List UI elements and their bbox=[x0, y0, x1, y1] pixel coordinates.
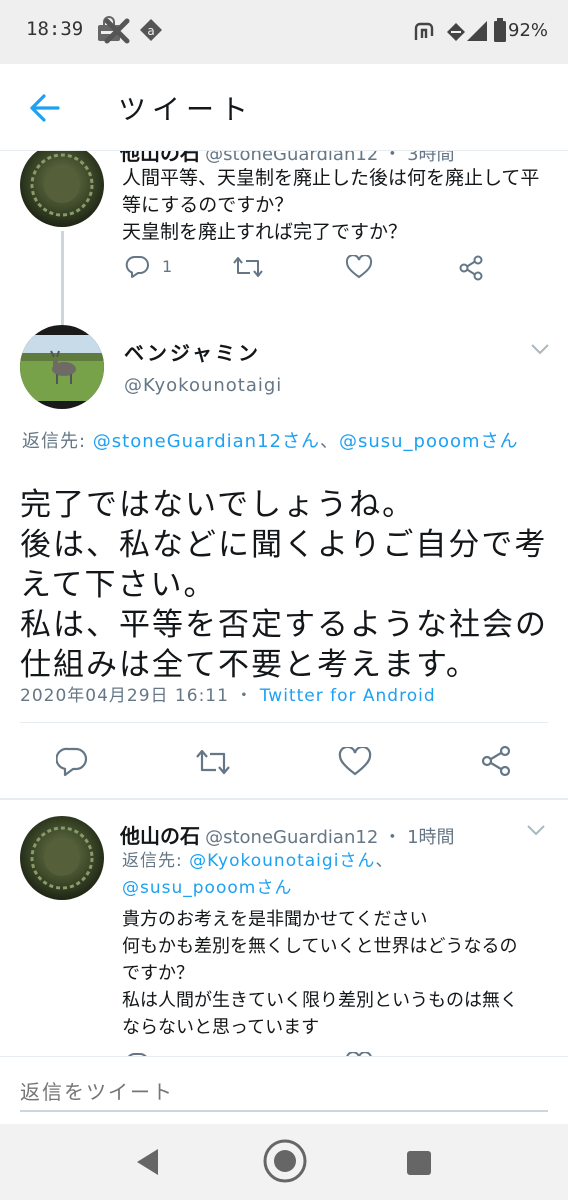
tweet-text: 貴方のお考えを是非聞かせてください 何もかも差別を無くしていくと世界はどうなるの… bbox=[122, 909, 518, 1038]
author-name[interactable]: 他山の石 bbox=[120, 824, 200, 848]
author-handle[interactable]: @stoneGuardian12 bbox=[205, 827, 378, 848]
like-icon[interactable] bbox=[345, 255, 373, 279]
mention-link[interactable]: @Kyokounotaigiさん bbox=[189, 851, 375, 871]
author-handle[interactable]: @stoneGuardian12 bbox=[205, 151, 378, 165]
chevron-down-icon[interactable] bbox=[530, 343, 550, 355]
mention-link[interactable]: @stoneGuardian12さん bbox=[93, 431, 320, 452]
aki-icon: a bbox=[138, 17, 164, 43]
page-title: ツイート bbox=[118, 93, 255, 126]
reply-count: 1 bbox=[162, 257, 173, 276]
author-name[interactable]: 他山の石 bbox=[120, 151, 200, 165]
tools-icon bbox=[104, 18, 130, 44]
like-icon[interactable] bbox=[338, 747, 372, 777]
parent-tweet[interactable]: 他山の石 @stoneGuardian12 ・ 3時間 人間平等、天皇制を廃止し… bbox=[0, 151, 568, 331]
section-divider bbox=[0, 798, 568, 800]
reply-icon[interactable] bbox=[56, 747, 88, 777]
thread-connector bbox=[61, 231, 64, 331]
retweet-icon[interactable] bbox=[194, 747, 232, 777]
tweet-thread: 他山の石 @stoneGuardian12 ・ 3時間 人間平等、天皇制を廃止し… bbox=[0, 151, 568, 1056]
tweet-date: 2020年04月29日 16:11 ・ bbox=[20, 686, 260, 706]
author-handle[interactable]: @Kyokounotaigi bbox=[124, 375, 282, 396]
reply-to-line: 返信先: @Kyokounotaigiさん、 @susu_pooomさん bbox=[122, 848, 482, 902]
system-nav-bar bbox=[0, 1124, 568, 1200]
status-bar: 18:39 a 92% bbox=[0, 0, 568, 64]
svg-text:a: a bbox=[147, 24, 154, 38]
avatar[interactable] bbox=[20, 325, 104, 409]
tweet-time: ・ 1時間 bbox=[383, 827, 455, 848]
battery-percentage: 92% bbox=[508, 20, 549, 41]
app-header bbox=[0, 64, 568, 151]
reply-tweet[interactable]: 他山の石 @stoneGuardian12 ・ 1時間 返信先: @Kyokou… bbox=[0, 816, 568, 1056]
nfc-icon bbox=[412, 20, 436, 44]
retweet-icon[interactable] bbox=[232, 255, 264, 279]
avatar[interactable] bbox=[20, 816, 104, 900]
mention-link[interactable]: @susu_pooomさん bbox=[122, 878, 292, 898]
share-icon[interactable] bbox=[458, 255, 484, 281]
tweet-text: 人間平等、天皇制を廃止した後は何を廃止して平等にするのですか？ 天皇制を廃止すれ… bbox=[122, 167, 540, 243]
status-time: 18:39 bbox=[26, 18, 84, 40]
mention-link[interactable]: @susu_pooomさん bbox=[339, 431, 519, 452]
battery-icon bbox=[494, 18, 506, 42]
recents-nav-icon[interactable] bbox=[406, 1150, 432, 1176]
back-nav-icon[interactable] bbox=[134, 1147, 162, 1177]
tweet-time: ・ 3時間 bbox=[383, 151, 455, 165]
divider bbox=[20, 722, 548, 723]
reply-to-line: 返信先: @stoneGuardian12さん、@susu_pooomさん bbox=[22, 429, 547, 454]
reply-to-label: 返信先: bbox=[22, 431, 93, 452]
avatar[interactable] bbox=[20, 151, 104, 227]
tweet-source-link[interactable]: Twitter for Android bbox=[260, 686, 436, 706]
reply-icon[interactable] bbox=[124, 255, 150, 279]
reply-to-separator: 、 bbox=[375, 851, 394, 871]
tweet-meta: 2020年04月29日 16:11 ・ Twitter for Android bbox=[20, 681, 436, 706]
author-name[interactable]: ベンジャミン bbox=[124, 337, 261, 366]
tweet-text: 完了ではないでしょうね。 後は、私などに聞くよりご自分で考えて下さい。 私は、平… bbox=[20, 487, 548, 683]
reply-to-label: 返信先: bbox=[122, 851, 190, 871]
home-nav-icon[interactable] bbox=[262, 1138, 308, 1184]
chevron-down-icon[interactable] bbox=[526, 824, 546, 836]
reply-input[interactable] bbox=[20, 1074, 548, 1112]
vibrate-icon bbox=[444, 20, 468, 44]
reply-to-separator: 、 bbox=[319, 431, 339, 452]
back-arrow-icon[interactable] bbox=[28, 93, 60, 123]
signal-icon bbox=[466, 20, 488, 42]
share-icon[interactable] bbox=[480, 745, 512, 777]
main-tweet: ベンジャミン @Kyokounotaigi 返信先: @stoneGuardia… bbox=[0, 325, 568, 800]
